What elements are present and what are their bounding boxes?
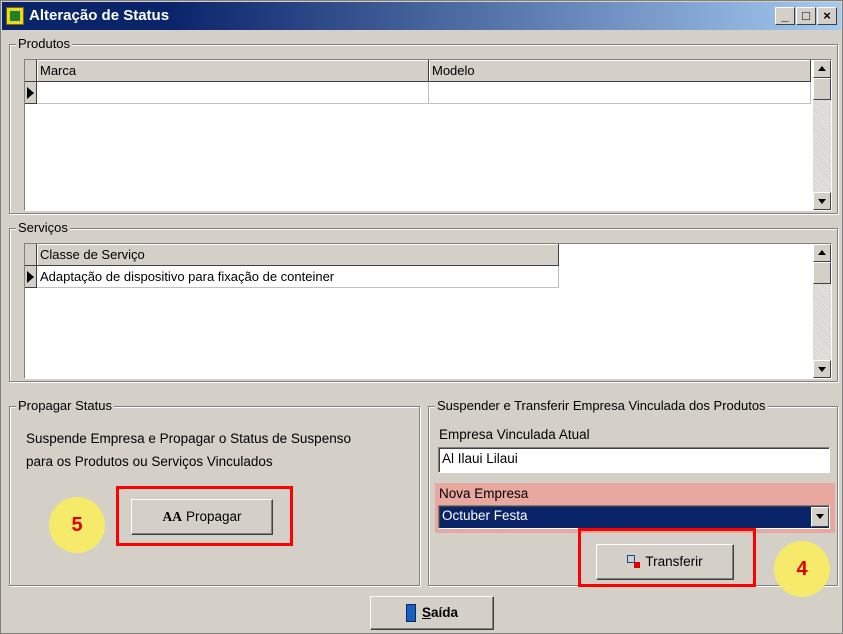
- current-row-arrow-icon: [27, 271, 34, 283]
- current-row-arrow-icon: [27, 87, 34, 99]
- arrow-down-icon: [818, 199, 826, 204]
- scroll-down-button[interactable]: [813, 360, 831, 378]
- scroll-down-button[interactable]: [813, 192, 831, 210]
- minimize-button[interactable]: _: [775, 7, 795, 25]
- nova-empresa-value: Octuber Festa: [442, 508, 528, 523]
- saida-button[interactable]: Saída: [370, 596, 494, 630]
- chevron-down-icon: [816, 514, 824, 519]
- servicos-scrollbar[interactable]: [813, 244, 831, 378]
- servicos-group: Serviços Classe de Serviço Adaptação de …: [9, 220, 838, 382]
- column-header-classe-servico[interactable]: Classe de Serviço: [37, 244, 559, 266]
- arrow-up-icon: [818, 66, 826, 71]
- step-badge-5: 5: [49, 497, 105, 553]
- scroll-thumb[interactable]: [813, 78, 831, 100]
- propagar-description-2: para os Produtos ou Serviços Vinculados: [26, 454, 273, 469]
- step-badge-4: 4: [774, 541, 830, 597]
- window-title: Alteração de Status: [29, 7, 170, 24]
- cell-marca[interactable]: [37, 82, 429, 104]
- header-indicator: [25, 244, 37, 266]
- highlight-propagar: [116, 486, 293, 546]
- highlight-transferir: [578, 528, 756, 587]
- scroll-up-button[interactable]: [813, 244, 831, 262]
- cell-classe-servico[interactable]: Adaptação de dispositivo para fixação de…: [37, 266, 559, 288]
- produtos-scrollbar[interactable]: [813, 60, 831, 210]
- empresa-atual-field[interactable]: Al Ilaui Lilaui: [438, 447, 830, 473]
- propagar-description-1: Suspende Empresa e Propagar o Status de …: [26, 431, 351, 446]
- produtos-group-label: Produtos: [16, 36, 73, 52]
- nova-empresa-select[interactable]: Octuber Festa: [438, 505, 830, 529]
- row-indicator: [25, 82, 37, 104]
- cell-modelo[interactable]: [429, 82, 811, 104]
- title-bar[interactable]: Alteração de Status _ □ ×: [2, 2, 841, 30]
- arrow-down-icon: [818, 367, 826, 372]
- column-header-marca[interactable]: Marca: [37, 60, 429, 82]
- row-indicator: [25, 266, 37, 288]
- empresa-atual-label: Empresa Vinculada Atual: [439, 427, 590, 442]
- app-icon: [6, 7, 24, 25]
- scroll-up-button[interactable]: [813, 60, 831, 78]
- header-indicator: [25, 60, 37, 82]
- door-exit-icon: [405, 604, 416, 623]
- produtos-group: Produtos Marca Modelo: [9, 36, 838, 214]
- transferir-group-label: Suspender e Transferir Empresa Vinculada…: [435, 398, 768, 414]
- propagar-group-label: Propagar Status: [16, 398, 114, 414]
- nova-empresa-label: Nova Empresa: [439, 486, 529, 501]
- servicos-grid[interactable]: Classe de Serviço Adaptação de dispositi…: [24, 243, 832, 379]
- maximize-button[interactable]: □: [796, 7, 816, 25]
- close-button[interactable]: ×: [817, 7, 837, 25]
- saida-label: aída: [431, 605, 459, 620]
- servicos-group-label: Serviços: [16, 220, 70, 236]
- column-header-modelo[interactable]: Modelo: [429, 60, 811, 82]
- produtos-grid[interactable]: Marca Modelo: [24, 59, 832, 211]
- saida-mnemonic: S: [421, 605, 431, 620]
- scroll-thumb[interactable]: [813, 262, 831, 284]
- dropdown-button[interactable]: [811, 507, 829, 527]
- main-window: Alteração de Status _ □ × Produtos Marca…: [0, 0, 843, 634]
- arrow-up-icon: [818, 250, 826, 255]
